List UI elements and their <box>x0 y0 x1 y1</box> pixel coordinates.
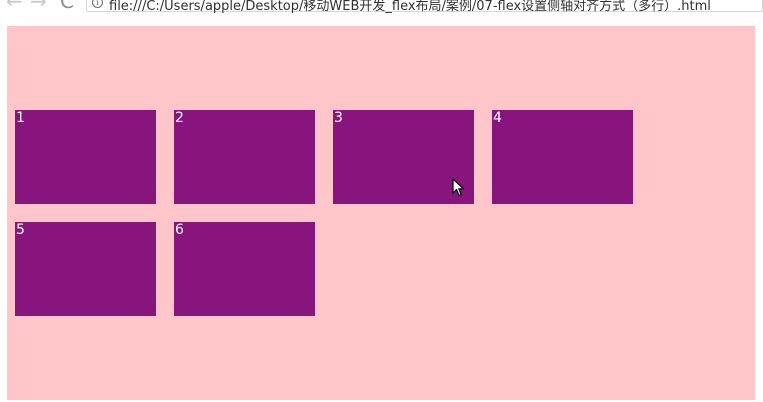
browser-toolbar: ← → C i file:///C:/Users/apple/Desktop/移… <box>0 0 763 14</box>
reload-icon[interactable]: C <box>60 0 74 11</box>
page-viewport: 1 2 3 4 5 6 <box>0 14 763 402</box>
flex-item-6: 6 <box>174 222 315 316</box>
flex-item-4: 4 <box>492 110 633 204</box>
info-icon[interactable]: i <box>92 0 103 8</box>
url-text[interactable]: file:///C:/Users/apple/Desktop/移动WEB开发_f… <box>109 0 711 14</box>
flex-item-5: 5 <box>15 222 156 316</box>
flex-item-2: 2 <box>174 110 315 204</box>
back-arrow-icon[interactable]: ← <box>6 0 23 11</box>
mouse-pointer-icon <box>452 178 465 197</box>
forward-arrow-icon[interactable]: → <box>30 0 47 11</box>
flex-item-1: 1 <box>15 110 156 204</box>
address-bar[interactable]: i file:///C:/Users/apple/Desktop/移动WEB开发… <box>86 0 763 14</box>
flex-container: 1 2 3 4 5 6 <box>7 26 755 400</box>
